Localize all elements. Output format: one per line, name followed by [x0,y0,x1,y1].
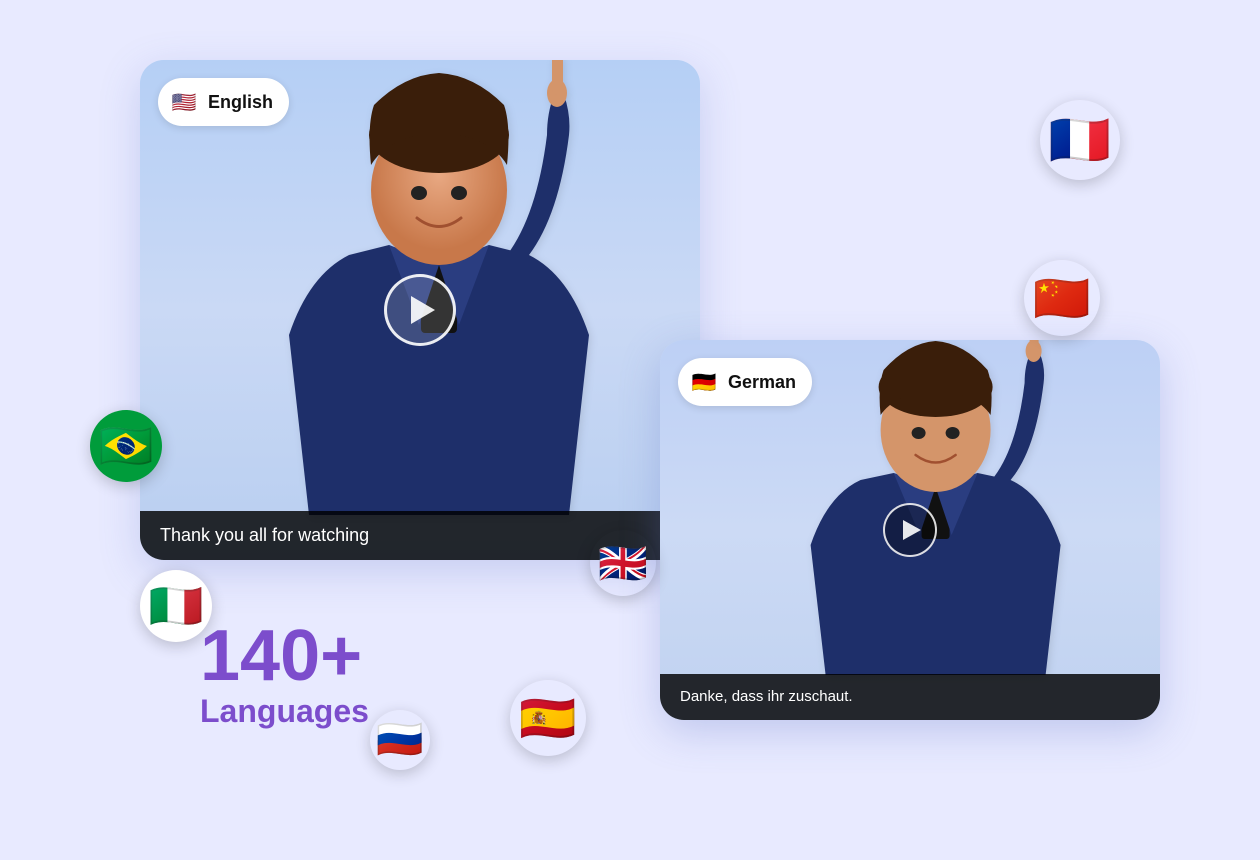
english-lang-name: English [208,92,273,113]
german-flag-icon: 🇩🇪 [688,366,720,398]
german-lang-name: German [728,372,796,393]
english-play-button[interactable] [384,274,456,346]
german-video-card[interactable]: 🇩🇪 German Danke, dass ihr zuschaut. [660,340,1160,720]
main-scene: 140+ Languages [80,40,1180,820]
count-label: Languages [200,692,369,730]
play-triangle-icon [411,296,435,324]
german-play-button[interactable] [883,503,937,557]
count-number: 140+ [200,620,369,692]
german-person [776,340,1096,680]
china-flag [1024,260,1100,336]
russia-flag [370,710,430,770]
languages-count: 140+ Languages [200,620,369,730]
uk-flag [590,530,656,596]
german-subtitle-bar: Danke, dass ihr zuschaut. [660,674,1160,720]
english-video-card[interactable]: 🇺🇸 English Thank you all for watching [140,60,700,560]
german-lang-badge: 🇩🇪 German [678,358,812,406]
english-flag-icon: 🇺🇸 [168,86,200,118]
play-triangle-small-icon [903,520,921,540]
german-subtitle-text: Danke, dass ihr zuschaut. [680,688,853,705]
spain-flag [510,680,586,756]
english-subtitle-text: Thank you all for watching [160,525,369,545]
france-flag [1040,100,1120,180]
english-lang-badge: 🇺🇸 English [158,78,289,126]
brazil-flag [90,410,162,482]
